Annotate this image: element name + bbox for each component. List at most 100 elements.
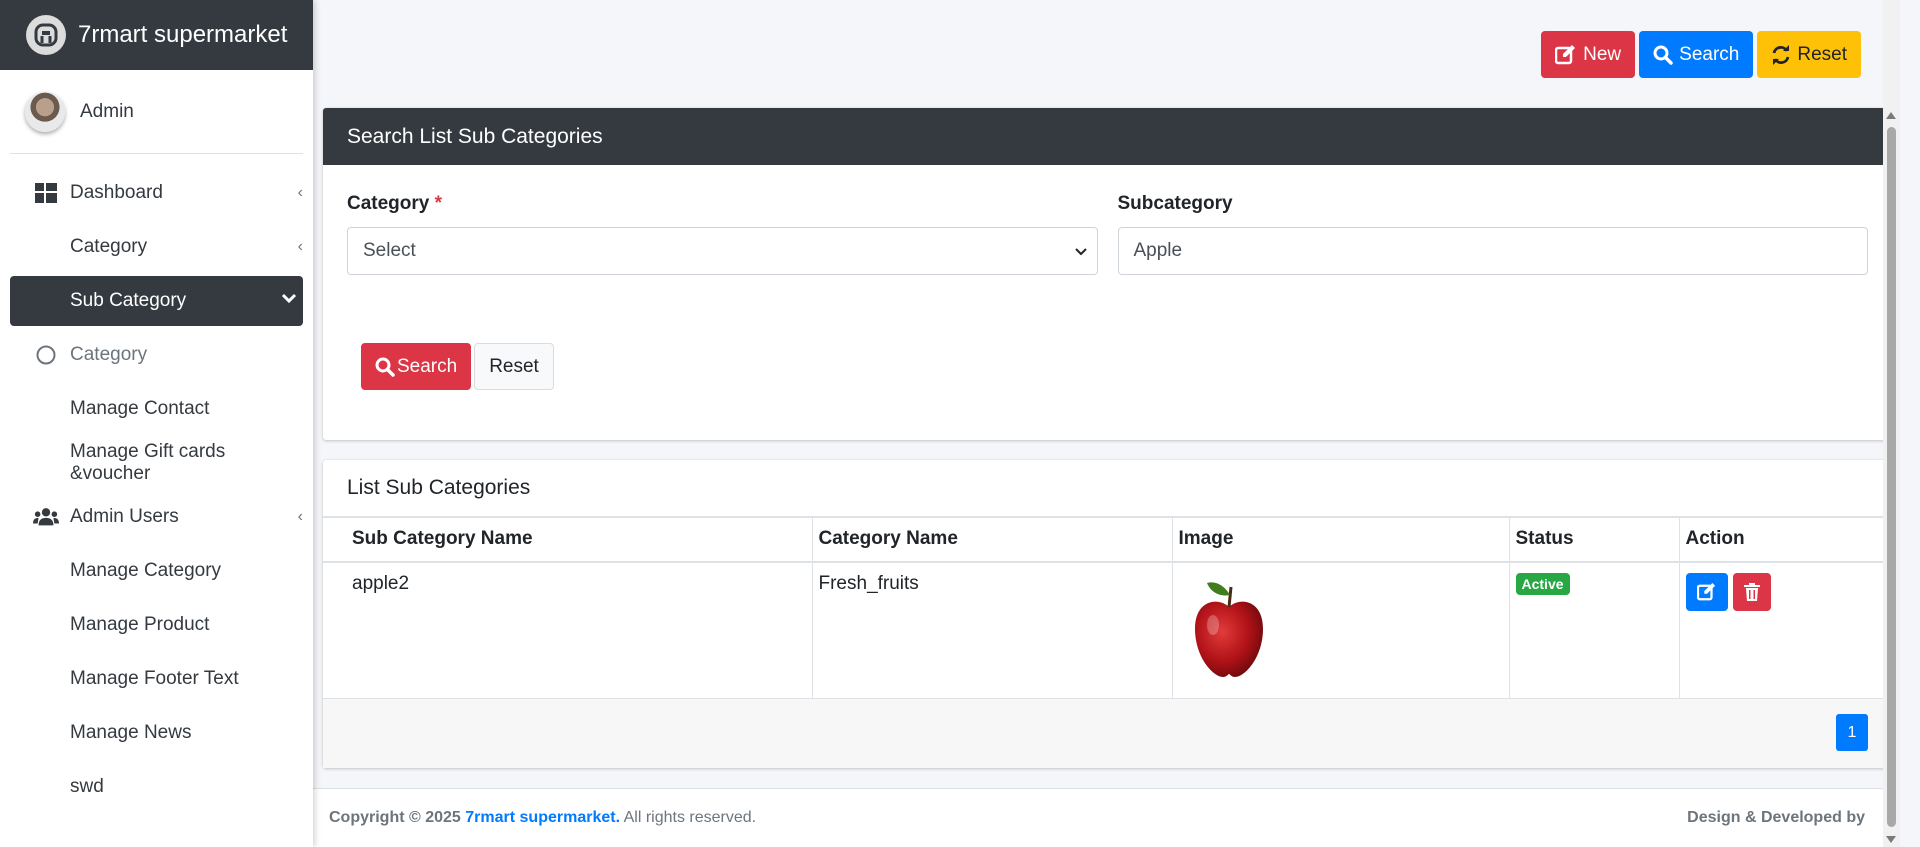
- sidebar-item-category-list[interactable]: Category: [10, 330, 303, 380]
- new-button[interactable]: New: [1541, 31, 1636, 78]
- sidebar-item-manage-product[interactable]: Manage Product: [10, 600, 303, 650]
- sidebar-item-manage-contact[interactable]: Manage Contact: [10, 384, 303, 434]
- sidebar-item-sub-category[interactable]: Sub Category: [10, 276, 303, 326]
- user-panel[interactable]: Admin: [10, 70, 303, 154]
- copyright: Copyright © 2025 7rmart supermarket. All…: [329, 809, 756, 827]
- dashboard-icon: [33, 183, 59, 203]
- sidebar-item-label: Manage Product: [70, 614, 210, 635]
- sidebar-item-label: Category: [70, 236, 148, 257]
- form-search-button-label: Search: [397, 355, 458, 377]
- scroll-up-arrow-icon[interactable]: [1886, 112, 1896, 119]
- user-name[interactable]: Admin: [80, 101, 134, 123]
- sidebar-item-swd[interactable]: swd: [10, 762, 303, 812]
- search-form-actions: Search Reset: [361, 343, 554, 390]
- category-cell: Fresh_fruits: [811, 561, 1173, 705]
- table-row: apple2 Fresh_fruits Active: [323, 561, 1892, 705]
- brand-link[interactable]: 7rmart supermarket: [0, 0, 313, 70]
- vertical-scrollbar[interactable]: [1883, 0, 1900, 847]
- column-header: Image: [1171, 517, 1510, 563]
- action-cell: [1678, 561, 1892, 705]
- search-card: Search List Sub Categories Category * Se…: [323, 108, 1892, 440]
- users-icon: [33, 507, 59, 527]
- sidebar-item-label: Manage Category: [70, 560, 222, 581]
- sidebar-item-label: Manage Gift cards &voucher: [70, 441, 226, 484]
- sub-category-cell: apple2: [323, 561, 813, 705]
- edit-row-button[interactable]: [1685, 572, 1728, 611]
- new-button-label: New: [1583, 43, 1622, 65]
- status-badge: Active: [1515, 572, 1570, 595]
- subcategory-group: Subcategory Apple: [1117, 193, 1868, 275]
- sidebar-item-label: Sub Category: [70, 290, 187, 311]
- category-select[interactable]: Select: [347, 227, 1098, 275]
- refresh-icon: [1772, 44, 1790, 65]
- sidebar-nav: Dashboard ‹ Category ‹ Sub Category Cate…: [0, 154, 313, 812]
- column-header: Action: [1678, 517, 1892, 563]
- reset-button-label: Reset: [1797, 43, 1847, 65]
- column-header: Category Name: [811, 517, 1173, 563]
- sidebar-item-manage-category[interactable]: Manage Category: [10, 546, 303, 596]
- category-select-value: Select: [363, 240, 416, 261]
- chevron-left-icon: ‹: [297, 184, 303, 201]
- brand-logo-icon: [26, 15, 66, 55]
- search-form: Category * Select Subcategory Apple: [347, 193, 1868, 275]
- form-search-button[interactable]: Search: [361, 343, 472, 390]
- chevron-down-icon: [1074, 243, 1087, 259]
- copyright-prefix: Copyright © 2025: [329, 809, 461, 826]
- sidebar-item-label: Admin Users: [70, 506, 179, 527]
- scroll-thumb[interactable]: [1887, 127, 1896, 827]
- brand-title: 7rmart supermarket: [78, 21, 288, 48]
- chevron-down-icon: [281, 292, 297, 310]
- search-button[interactable]: Search: [1639, 31, 1754, 78]
- main-content: New Search Reset Search List Sub Categor…: [313, 0, 1900, 847]
- sidebar-item-label: Manage Footer Text: [70, 668, 239, 689]
- required-mark: *: [434, 193, 443, 214]
- page-footer: Copyright © 2025 7rmart supermarket. All…: [313, 788, 1900, 847]
- image-cell: [1171, 561, 1510, 705]
- trash-icon: [1743, 582, 1760, 601]
- top-actions: New Search Reset: [1541, 31, 1861, 78]
- subcategory-input[interactable]: Apple: [1117, 227, 1868, 275]
- sidebar-item-manage-news[interactable]: Manage News: [10, 708, 303, 758]
- sidebar-item-category[interactable]: Category ‹: [10, 222, 303, 272]
- column-header: Status: [1508, 517, 1680, 563]
- search-icon: [375, 357, 395, 377]
- category-label: Category *: [347, 193, 1098, 215]
- search-button-label: Search: [1679, 43, 1740, 65]
- reset-button[interactable]: Reset: [1757, 31, 1861, 78]
- status-cell: Active: [1508, 561, 1680, 705]
- rights-text: All rights reserved.: [623, 809, 757, 826]
- chevron-left-icon: ‹: [297, 508, 303, 525]
- subcategory-label: Subcategory: [1117, 193, 1233, 214]
- chevron-left-icon: ‹: [297, 238, 303, 255]
- brand-footer-link[interactable]: 7rmart supermarket.: [465, 809, 620, 826]
- subcategory-input-value: Apple: [1133, 240, 1183, 261]
- sidebar-item-label: Dashboard: [70, 182, 163, 203]
- list-card-title: List Sub Categories: [323, 460, 1892, 517]
- search-icon: [1653, 45, 1673, 65]
- sidebar-item-manage-gift-cards[interactable]: Manage Gift cards &voucher: [10, 438, 303, 488]
- sidebar-item-admin-users[interactable]: Admin Users ‹: [10, 492, 303, 542]
- sidebar-item-label: swd: [70, 776, 104, 797]
- sidebar: 7rmart supermarket Admin Dashboard ‹ Cat…: [0, 0, 313, 847]
- sidebar-item-label: Category: [70, 344, 148, 365]
- table-header-row: Sub Category Name Category Name Image St…: [323, 517, 1892, 563]
- apple-image: [1194, 581, 1263, 677]
- scroll-down-arrow-icon[interactable]: [1886, 836, 1896, 843]
- list-card-footer: 1: [323, 698, 1892, 768]
- page-1-button[interactable]: 1: [1836, 714, 1868, 751]
- edit-icon: [1555, 44, 1576, 64]
- category-group: Category * Select: [347, 193, 1098, 275]
- category-label-text: Category: [347, 193, 430, 214]
- sidebar-item-dashboard[interactable]: Dashboard ‹: [10, 168, 303, 218]
- form-reset-button[interactable]: Reset: [474, 343, 554, 390]
- sidebar-item-manage-footer-text[interactable]: Manage Footer Text: [10, 654, 303, 704]
- credit-text: Design & Developed by: [1687, 809, 1865, 826]
- circle-icon: [33, 344, 59, 366]
- sidebar-item-label: Manage Contact: [70, 398, 210, 419]
- list-card: List Sub Categories Sub Category Name Ca…: [323, 460, 1892, 768]
- search-card-title: Search List Sub Categories: [323, 108, 1892, 165]
- sidebar-item-label: Manage News: [70, 722, 192, 743]
- delete-row-button[interactable]: [1732, 572, 1771, 611]
- avatar: [25, 91, 65, 132]
- subcategory-table: Sub Category Name Category Name Image St…: [323, 517, 1892, 705]
